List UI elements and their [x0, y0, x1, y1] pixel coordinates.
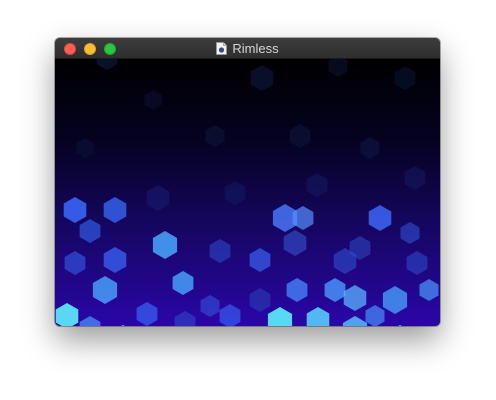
bokeh-particle [172, 271, 194, 295]
bokeh-particle [286, 278, 308, 302]
bokeh-particle [324, 278, 346, 302]
bokeh-particle [55, 303, 79, 326]
document-icon [216, 42, 228, 55]
bokeh-particle [406, 251, 428, 275]
bokeh-particle [146, 185, 170, 211]
bokeh-particle [152, 231, 178, 259]
bokeh-particle [343, 285, 367, 311]
bokeh-particle [394, 66, 416, 90]
bokeh-particle [382, 286, 408, 314]
bokeh-particle [283, 230, 307, 256]
bokeh-particle [292, 206, 314, 230]
bokeh-particle [365, 305, 385, 326]
bokeh-particle [174, 311, 196, 326]
title-bar[interactable]: Rimless [55, 38, 440, 59]
bokeh-particle [76, 138, 94, 158]
bokeh-particle [64, 251, 86, 275]
bokeh-particle [398, 325, 402, 326]
app-window: Rimless [55, 38, 440, 326]
bokeh-particle [400, 222, 420, 244]
bokeh-particle [144, 90, 162, 110]
bokeh-particle [103, 197, 127, 223]
bokeh-particle [205, 125, 225, 147]
bokeh-particle [219, 304, 241, 326]
window-title-group: Rimless [55, 38, 440, 59]
bokeh-particle [209, 239, 231, 263]
bokeh-particle [136, 302, 158, 326]
bokeh-particle [63, 197, 87, 223]
bokeh-canvas [55, 59, 440, 326]
bokeh-particle [404, 166, 426, 190]
bokeh-particle [200, 295, 220, 317]
window-title: Rimless [232, 41, 279, 56]
bokeh-particle [79, 219, 101, 243]
bokeh-particle [267, 307, 293, 326]
bokeh-particle [368, 205, 392, 231]
bokeh-particle [103, 247, 127, 273]
bokeh-particle [306, 307, 330, 326]
bokeh-particle [250, 65, 274, 91]
bokeh-particle [328, 59, 348, 77]
bokeh-particle [96, 59, 118, 70]
bokeh-particle [121, 325, 125, 326]
bokeh-particle [419, 279, 439, 301]
bokeh-particle [306, 173, 328, 197]
bokeh-particle [249, 288, 271, 312]
bokeh-particle [92, 276, 118, 304]
bokeh-particles [55, 59, 439, 326]
bokeh-particle [342, 316, 368, 326]
bokeh-particle [224, 181, 246, 205]
bokeh-particle [360, 137, 380, 159]
bokeh-particle [249, 248, 271, 272]
bokeh-particle [79, 316, 101, 326]
bokeh-particle [289, 124, 311, 148]
